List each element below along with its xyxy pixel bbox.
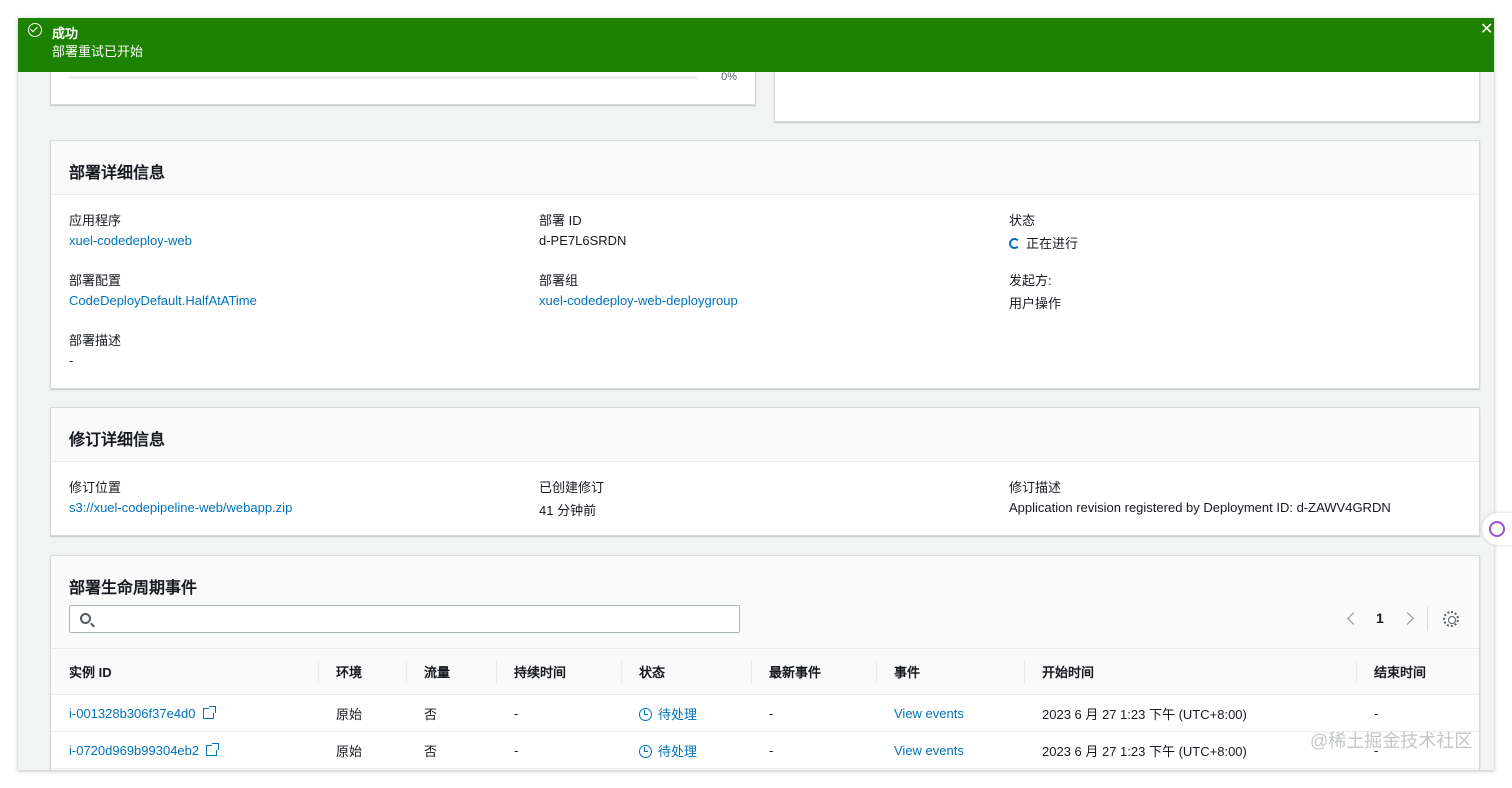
revision-description-value: Application revision registered by Deplo… [1009, 500, 1391, 515]
progress-bar [69, 76, 697, 79]
assistant-bubble[interactable] [1482, 513, 1512, 545]
duration-cell: - [514, 742, 519, 758]
status-field: 状态 正在进行 [1009, 210, 1078, 251]
description-field: 部署描述 - [69, 330, 121, 371]
flash-message: 部署重试已开始 [52, 44, 144, 59]
lifecycle-events-card: 部署生命周期事件 1 实例 ID 环境 流量 持续时间 状态 最新事件 事件 开… [50, 555, 1480, 770]
deployment-id-value: d-PE7L6SRDN [539, 233, 627, 248]
description-value: - [69, 353, 74, 368]
environment-cell: 原始 [336, 706, 363, 722]
config-label: 部署配置 [69, 273, 122, 288]
end-time-cell: - [1374, 705, 1379, 721]
revision-created-field: 已创建修订 41 分钟前 [539, 477, 604, 518]
lifecycle-events-title: 部署生命周期事件 [69, 580, 198, 597]
traffic-cell: 否 [424, 743, 438, 759]
column-header-latest-event[interactable]: 最新事件 [751, 649, 876, 695]
column-header-instance-id[interactable]: 实例 ID [51, 649, 318, 695]
external-link-icon[interactable] [202, 705, 216, 719]
search-icon [80, 613, 91, 624]
page-number[interactable]: 1 [1376, 610, 1384, 630]
assistant-icon [1489, 521, 1505, 537]
table-header-row: 实例 ID 环境 流量 持续时间 状态 最新事件 事件 开始时间 结束时间 [51, 648, 1479, 695]
column-header-duration[interactable]: 持续时间 [496, 649, 621, 695]
application-link[interactable]: xuel-codedeploy-web [69, 233, 192, 251]
status-value: 正在进行 [1009, 233, 1078, 251]
in-progress-icon [1009, 238, 1020, 249]
lifecycle-events-table: 实例 ID 环境 流量 持续时间 状态 最新事件 事件 开始时间 结束时间 i-… [51, 648, 1479, 769]
column-header-environment[interactable]: 环境 [318, 649, 406, 695]
group-label: 部署组 [539, 273, 579, 288]
flash-title: 成功 [52, 26, 79, 41]
config-field: 部署配置 CodeDeployDefault.HalfAtATime [69, 270, 257, 311]
status-label: 状态 [1009, 213, 1036, 228]
initiator-value: 用户操作 [1009, 296, 1062, 311]
column-header-traffic[interactable]: 流量 [406, 649, 496, 695]
pager-divider [1427, 607, 1428, 631]
table-row: i-001328b306f37e4d0 原始 否 - 待处理 - View ev… [51, 695, 1479, 732]
application-field: 应用程序 xuel-codedeploy-web [69, 210, 192, 251]
instance-id-link[interactable]: i-001328b306f37e4d0 [69, 706, 196, 721]
application-label: 应用程序 [69, 213, 122, 228]
console-viewport: 成功 部署重试已开始 ✕ 0% 部署详细信息 应用程序 xuel-codedep… [18, 18, 1494, 770]
revision-description-field: 修订描述 Application revision registered by … [1009, 477, 1391, 518]
latest-event-cell: - [769, 742, 774, 758]
progress-value: 0% [721, 71, 737, 83]
column-header-status[interactable]: 状态 [621, 649, 751, 695]
revision-location-label: 修订位置 [69, 480, 122, 495]
revision-location-link[interactable]: s3://xuel-codepipeline-web/webapp.zip [69, 500, 292, 518]
revision-created-label: 已创建修订 [539, 480, 605, 495]
view-events-link[interactable]: View events [894, 743, 964, 758]
revision-location-field: 修订位置 s3://xuel-codepipeline-web/webapp.z… [69, 477, 292, 518]
pending-clock-icon [639, 744, 652, 758]
status-cell: 待处理 [621, 732, 751, 769]
deployment-details-header: 部署详细信息 [51, 141, 1479, 195]
column-header-events[interactable]: 事件 [876, 649, 1024, 695]
revision-created-value: 41 分钟前 [539, 503, 597, 518]
instance-id-link[interactable]: i-0720d969b99304eb2 [69, 743, 199, 758]
initiator-label: 发起方: [1009, 273, 1052, 288]
status-cell: 待处理 [621, 695, 751, 732]
status-text: 待处理 [658, 706, 698, 722]
description-label: 部署描述 [69, 333, 122, 348]
start-time-cell: 2023 6 月 27 1:23 下午 (UTC+8:00) [1042, 743, 1247, 759]
revision-details-card: 修订详细信息 修订位置 s3://xuel-codepipeline-web/w… [50, 407, 1480, 536]
group-field: 部署组 xuel-codedeploy-web-deploygroup [539, 270, 738, 311]
column-header-end-time[interactable]: 结束时间 [1356, 649, 1479, 695]
watermark: @稀土掘金技术社区 [1310, 731, 1473, 751]
config-link[interactable]: CodeDeployDefault.HalfAtATime [69, 293, 257, 311]
close-icon[interactable]: ✕ [1480, 22, 1494, 38]
table-row: i-0720d969b99304eb2 原始 否 - 待处理 - View ev… [51, 732, 1479, 769]
external-link-icon[interactable] [206, 742, 220, 756]
status-text: 待处理 [658, 743, 698, 759]
gear-icon[interactable] [1443, 611, 1459, 627]
duration-cell: - [514, 705, 519, 721]
deployment-details-card: 部署详细信息 应用程序 xuel-codedeploy-web 部署 ID d-… [50, 140, 1480, 389]
chevron-left-icon[interactable] [1347, 612, 1360, 625]
traffic-cell: 否 [424, 706, 438, 722]
start-time-cell: 2023 6 月 27 1:23 下午 (UTC+8:00) [1042, 706, 1247, 722]
deployment-details-title: 部署详细信息 [69, 165, 166, 182]
group-link[interactable]: xuel-codedeploy-web-deploygroup [539, 293, 738, 311]
revision-details-header: 修订详细信息 [51, 408, 1479, 462]
search-box [69, 605, 740, 633]
deployment-id-label: 部署 ID [539, 213, 582, 228]
status-text: 正在进行 [1026, 236, 1079, 251]
deployment-id-field: 部署 ID d-PE7L6SRDN [539, 210, 626, 251]
chevron-right-icon[interactable] [1401, 612, 1414, 625]
view-events-link[interactable]: View events [894, 706, 964, 721]
latest-event-cell: - [769, 705, 774, 721]
success-flash-banner: 成功 部署重试已开始 ✕ [18, 18, 1494, 72]
initiator-field: 发起方: 用户操作 [1009, 270, 1061, 311]
search-input[interactable] [100, 609, 730, 629]
revision-details-title: 修订详细信息 [69, 432, 166, 449]
column-header-start-time[interactable]: 开始时间 [1024, 649, 1356, 695]
environment-cell: 原始 [336, 743, 363, 759]
check-circle-icon [28, 23, 42, 37]
revision-description-label: 修订描述 [1009, 480, 1062, 495]
pending-clock-icon [639, 707, 652, 721]
